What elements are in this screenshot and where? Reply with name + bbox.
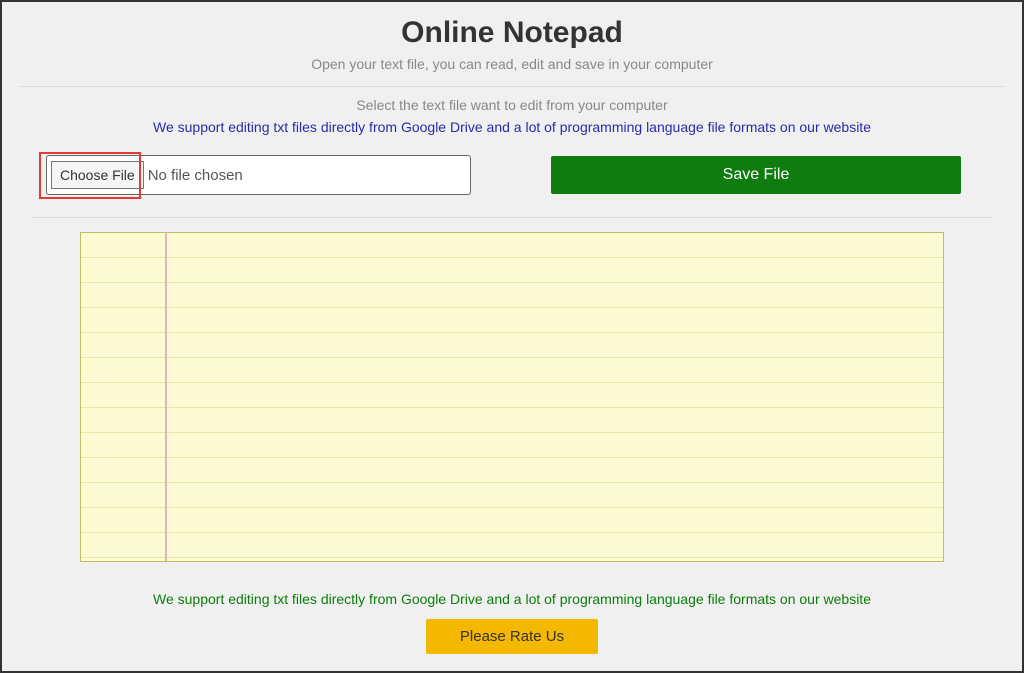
- divider: [18, 86, 1006, 87]
- select-instruction: Select the text file want to edit from y…: [18, 97, 1006, 113]
- support-link-bottom[interactable]: We support editing txt files directly fr…: [18, 591, 1006, 607]
- file-row: Choose File No file chosen Save File: [18, 135, 1006, 195]
- rate-us-button[interactable]: Please Rate Us: [426, 619, 598, 654]
- support-link-top[interactable]: We support editing txt files directly fr…: [18, 119, 1006, 135]
- editor-wrap: [18, 218, 1006, 567]
- page-title: Online Notepad: [18, 16, 1006, 50]
- page-subtitle: Open your text file, you can read, edit …: [18, 56, 1006, 72]
- save-file-button[interactable]: Save File: [551, 156, 961, 194]
- file-input-wrap[interactable]: Choose File No file chosen: [46, 155, 471, 195]
- notepad-textarea[interactable]: [80, 232, 944, 562]
- choose-file-button[interactable]: Choose File: [51, 161, 144, 189]
- app-frame: Online Notepad Open your text file, you …: [0, 0, 1024, 673]
- file-status-text: No file chosen: [148, 167, 243, 184]
